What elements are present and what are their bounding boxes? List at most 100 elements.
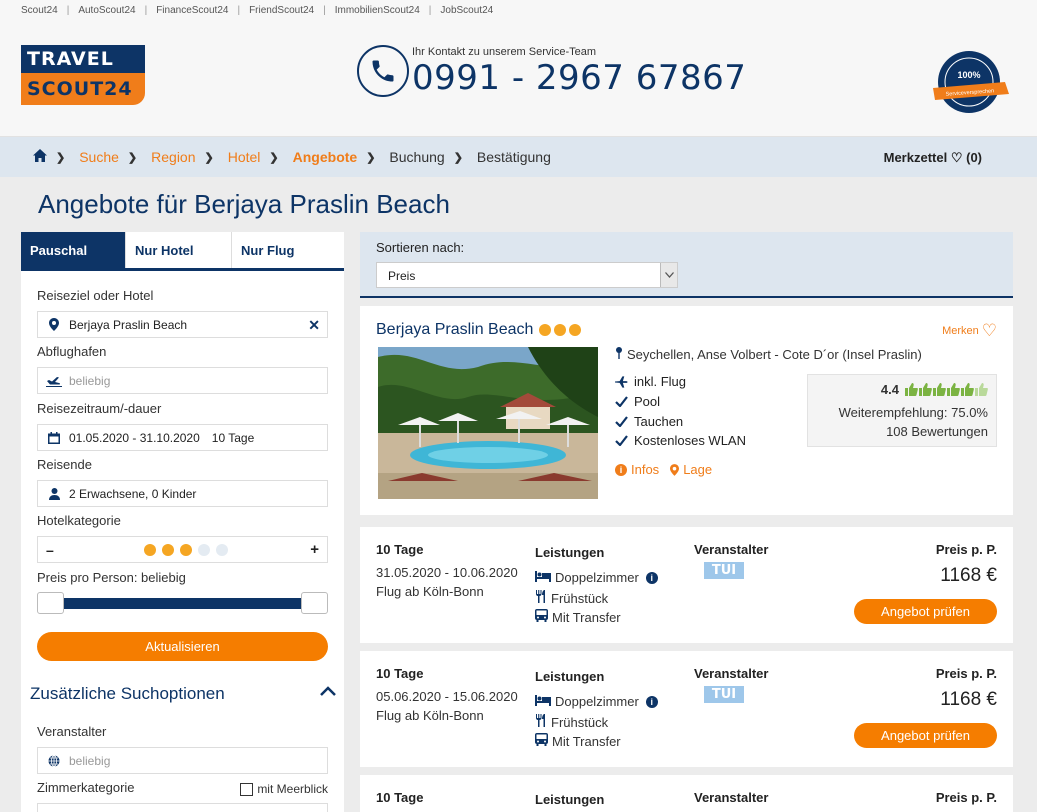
tab-nur-hotel[interactable]: Nur Hotel	[126, 232, 232, 268]
breadcrumb-hotel[interactable]: Hotel	[228, 149, 261, 165]
tui-logo: TUI	[704, 686, 744, 703]
merkzettel-link[interactable]: Merkzettel ♡ (0)	[884, 150, 982, 166]
cutlery-icon	[535, 590, 547, 606]
clear-icon[interactable]: ✕	[308, 317, 320, 334]
toplink-financescout24[interactable]: FinanceScout24	[156, 5, 228, 16]
bed-icon	[535, 694, 551, 709]
map-pin-icon	[615, 347, 623, 362]
meerblick-option[interactable]: mit Meerblick	[240, 782, 328, 796]
heart-icon: ♡	[981, 321, 997, 340]
rating-box[interactable]: 4.4 Weiterempfehlung: 75.0% 108 Bewertun…	[807, 374, 997, 447]
zimmerkategorie-select[interactable]	[37, 803, 328, 812]
home-icon[interactable]	[33, 149, 47, 165]
contact-phone-number[interactable]: 0991 - 2967 67867	[412, 58, 746, 98]
breadcrumb-angebote: Angebote	[292, 149, 358, 165]
chevron-down-icon[interactable]	[660, 263, 677, 287]
merken-label: Merken	[942, 325, 979, 337]
zusatz-options-heading[interactable]: Zusätzliche Suchoptionen	[30, 684, 225, 704]
service-room-text: Doppelzimmer	[555, 694, 639, 709]
map-pin-icon	[46, 318, 62, 331]
plus-button[interactable]: +	[310, 541, 319, 558]
page-title: Angebote für Berjaya Praslin Beach	[38, 189, 450, 219]
breadcrumb-suche[interactable]: Suche	[79, 149, 119, 165]
category-dot-2[interactable]	[161, 543, 174, 556]
zeitraum-value: 01.05.2020 - 31.10.2020	[69, 430, 200, 445]
search-sidebar: Pauschal Nur Hotel Nur Flug Reiseziel od…	[21, 232, 344, 812]
rating-reviews[interactable]: 108 Bewertungen	[886, 424, 988, 439]
thumb-up-icon	[905, 383, 918, 396]
toplink-jobscout24[interactable]: JobScout24	[440, 5, 493, 16]
sort-select[interactable]: Preis	[376, 262, 678, 288]
tab-nur-flug[interactable]: Nur Flug	[232, 232, 338, 268]
tui-logo: TUI	[704, 562, 744, 579]
check-icon	[615, 396, 628, 407]
feature-flug-text: inkl. Flug	[634, 374, 687, 389]
service-seal-badge: 100% Serviceversprechen	[929, 48, 1009, 120]
minus-button[interactable]: –	[46, 542, 54, 558]
meerblick-checkbox[interactable]	[240, 782, 254, 796]
toplink-friendscout24[interactable]: FriendScout24	[249, 5, 314, 16]
tab-pauschal[interactable]: Pauschal	[21, 232, 126, 268]
hotel-card: Berjaya Praslin Beach Merken ♡ Seychelle…	[360, 306, 1013, 515]
reisende-input[interactable]: 2 Erwachsene, 0 Kinder	[37, 480, 328, 507]
hotel-name-row: Berjaya Praslin Beach	[376, 321, 582, 339]
category-dot-3[interactable]	[179, 543, 192, 556]
hotel-name[interactable]: Berjaya Praslin Beach	[376, 321, 533, 339]
service-transfer-text: Mit Transfer	[552, 609, 621, 625]
veranstalter-input[interactable]: beliebig	[37, 747, 328, 774]
category-dots	[143, 543, 228, 556]
infos-link[interactable]: i Infos	[615, 462, 659, 477]
preis-label: Preis pro Person: beliebig	[37, 570, 186, 585]
logo-line2: SCOUT24	[21, 73, 145, 105]
hotelkategorie-stepper: – +	[37, 536, 328, 563]
offer-services-heading: Leistungen	[535, 669, 605, 684]
info-icon[interactable]: i	[645, 695, 658, 708]
offer-departure: Flug ab Köln-Bonn	[376, 708, 484, 723]
price-min-handle[interactable]	[37, 592, 64, 614]
bed-icon	[535, 570, 551, 585]
category-dot-5[interactable]	[215, 543, 228, 556]
offer-price: 1168 €	[940, 689, 997, 710]
merken-button[interactable]: Merken ♡	[942, 321, 997, 341]
toplink-autoscout24[interactable]: AutoScout24	[78, 5, 135, 16]
merkzettel-label: Merkzettel	[883, 150, 948, 165]
service-room: Doppelzimmer i	[535, 570, 658, 585]
offer-duration: 10 Tage	[376, 666, 424, 681]
lage-link[interactable]: Lage	[670, 462, 712, 477]
abflughafen-input[interactable]: beliebig	[37, 367, 328, 394]
angebot-pruefen-button[interactable]: Angebot prüfen	[854, 599, 997, 624]
chevron-up-icon[interactable]	[320, 683, 336, 701]
toplink-immobilienscout24[interactable]: ImmobilienScout24	[335, 5, 420, 16]
service-meal: Frühstück	[535, 714, 608, 730]
hotel-location: Seychellen, Anse Volbert - Cote D´or (In…	[615, 347, 922, 362]
update-button[interactable]: Aktualisieren	[37, 632, 328, 661]
category-dot-1[interactable]	[143, 543, 156, 556]
angebot-pruefen-button[interactable]: Angebot prüfen	[854, 723, 997, 748]
reisende-label: Reisende	[37, 457, 92, 472]
zeitraum-input[interactable]: 01.05.2020 - 31.10.2020 10 Tage	[37, 424, 328, 451]
breadcrumb-buchung: Buchung	[389, 149, 445, 165]
feature-wlan-text: Kostenloses WLAN	[634, 433, 746, 448]
price-max-handle[interactable]	[301, 592, 328, 614]
star-dot-3	[569, 324, 582, 336]
hotel-photo[interactable]	[378, 347, 598, 499]
breadcrumb-region[interactable]: Region	[151, 149, 195, 165]
offer-price-heading: Preis p. P.	[935, 790, 997, 805]
toplink-scout24[interactable]: Scout24	[21, 5, 58, 16]
star-dot-2	[554, 324, 567, 336]
info-icon[interactable]: i	[645, 571, 658, 584]
thumb-up-icon	[961, 383, 974, 396]
category-dot-4[interactable]	[197, 543, 210, 556]
reiseziel-input[interactable]: Berjaya Praslin Beach ✕	[37, 311, 328, 338]
meerblick-label: mit Meerblick	[257, 782, 328, 796]
seal-text: 100%	[957, 70, 980, 80]
travelscout24-logo[interactable]: TRAVEL SCOUT24	[21, 45, 145, 105]
rating-recommendation: Weiterempfehlung: 75.0%	[838, 405, 988, 420]
feature-pool: Pool	[615, 394, 660, 409]
sort-label: Sortieren nach:	[376, 240, 465, 255]
lage-label: Lage	[683, 462, 713, 477]
hotel-links: i Infos Lage	[615, 462, 712, 477]
offer-price-heading: Preis p. P.	[935, 666, 997, 681]
abflughafen-placeholder: beliebig	[69, 373, 111, 388]
bus-icon	[535, 733, 548, 749]
